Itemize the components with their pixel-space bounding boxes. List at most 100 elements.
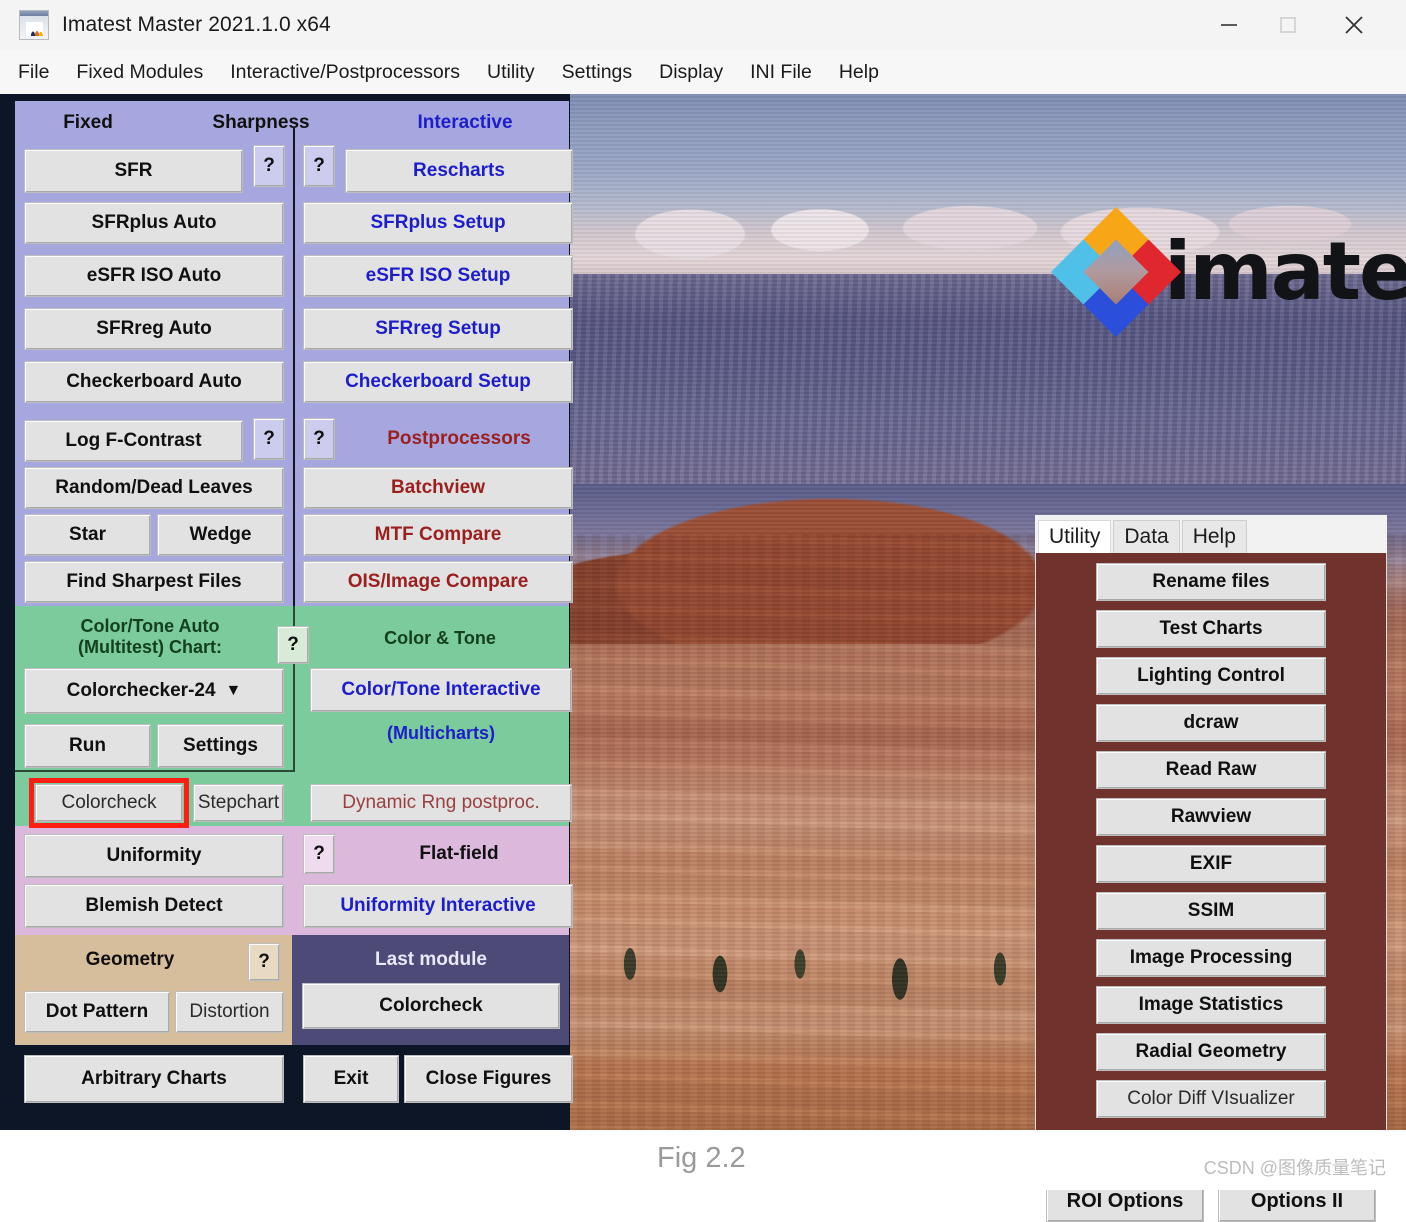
random-dead-leaves-button[interactable]: Random/Dead Leaves — [24, 467, 284, 510]
color-tone-auto-header-line2: (Multitest) Chart: — [78, 637, 222, 658]
tab-data[interactable]: Data — [1113, 519, 1180, 553]
run-button[interactable]: Run — [24, 724, 151, 769]
maximize-button[interactable] — [1258, 0, 1318, 50]
imatest-wordmark: imatest — [1164, 225, 1406, 318]
sfr-help-button[interactable]: ? — [253, 145, 285, 187]
esfr-iso-setup-button[interactable]: eSFR ISO Setup — [303, 255, 573, 297]
flat-field-header: Flat-field — [419, 842, 499, 864]
menu-fixed-modules[interactable]: Fixed Modules — [76, 61, 218, 84]
multicharts-label: (Multicharts) — [387, 723, 495, 744]
color-diff-visualizer-button[interactable]: Color Diff VIsualizer — [1096, 1080, 1326, 1118]
dot-pattern-button[interactable]: Dot Pattern — [24, 991, 170, 1034]
sfrreg-auto-button[interactable]: SFRreg Auto — [24, 308, 284, 350]
menu-ini-file[interactable]: INI File — [750, 61, 827, 84]
checkerboard-setup-button[interactable]: Checkerboard Setup — [303, 361, 573, 403]
module-control-panel: Fixed Sharpness Interactive SFR ? ? Resc… — [14, 100, 573, 1124]
color-tone-auto-header-line1: Color/Tone Auto — [80, 616, 220, 637]
menu-settings[interactable]: Settings — [562, 61, 647, 84]
last-module-subgroup: Last module Colorcheck — [292, 935, 569, 1046]
maximize-icon — [1280, 17, 1296, 33]
application-window: Imatest Master 2021.1.0 x64 File Fixed M… — [0, 0, 1406, 1222]
menu-file[interactable]: File — [18, 61, 64, 84]
last-module-header: Last module — [375, 949, 487, 971]
dcraw-button[interactable]: dcraw — [1096, 704, 1326, 742]
tab-help[interactable]: Help — [1181, 519, 1247, 553]
sharpness-group: Fixed Sharpness Interactive SFR ? ? Resc… — [15, 101, 573, 415]
geometry-group: Geometry ? Dot Pattern Distortion Last m… — [15, 935, 569, 1046]
test-charts-button[interactable]: Test Charts — [1096, 610, 1326, 648]
log-f-contrast-help-button[interactable]: ? — [253, 418, 285, 461]
checkerboard-auto-button[interactable]: Checkerboard Auto — [24, 361, 284, 403]
close-figures-button[interactable]: Close Figures — [404, 1055, 573, 1104]
chart-select-value: Colorchecker-24 — [66, 680, 216, 702]
read-raw-button[interactable]: Read Raw — [1096, 751, 1326, 789]
window-title: Imatest Master 2021.1.0 x64 — [62, 13, 331, 36]
postprocessors-help-button[interactable]: ? — [303, 418, 335, 461]
rename-files-button[interactable]: Rename files — [1096, 563, 1326, 601]
lighting-control-button[interactable]: Lighting Control — [1096, 657, 1326, 695]
sharpness-header-interactive: Interactive — [417, 112, 513, 133]
batchview-button[interactable]: Batchview — [303, 467, 573, 510]
image-processing-button[interactable]: Image Processing — [1096, 939, 1326, 977]
menu-display[interactable]: Display — [659, 61, 738, 84]
image-statistics-button[interactable]: Image Statistics — [1096, 986, 1326, 1024]
csdn-watermark: CSDN @图像质量笔记 — [1203, 1158, 1386, 1178]
exit-button[interactable]: Exit — [303, 1055, 399, 1104]
ssim-button[interactable]: SSIM — [1096, 892, 1326, 930]
utility-panel: Utility Data Help Rename files Test Char… — [1035, 515, 1387, 1222]
flat-field-help-button[interactable]: ? — [303, 833, 335, 874]
esfr-iso-auto-button[interactable]: eSFR ISO Auto — [24, 255, 284, 297]
title-bar: Imatest Master 2021.1.0 x64 — [0, 0, 1406, 50]
geometry-help-button[interactable]: ? — [248, 943, 280, 982]
rawview-button[interactable]: Rawview — [1096, 798, 1326, 836]
ois-image-compare-button[interactable]: OIS/Image Compare — [303, 561, 573, 604]
sfrplus-setup-button[interactable]: SFRplus Setup — [303, 202, 573, 244]
close-icon — [1345, 16, 1363, 34]
sfrplus-auto-button[interactable]: SFRplus Auto — [24, 202, 284, 244]
geometry-subgroup: Geometry ? Dot Pattern Distortion — [15, 935, 292, 1046]
close-button[interactable] — [1324, 0, 1384, 50]
utility-tab-content: Rename files Test Charts Lighting Contro… — [1035, 553, 1387, 1131]
menu-bar: File Fixed Modules Interactive/Postproce… — [0, 50, 1406, 94]
color-and-tone-header: Color & Tone — [384, 628, 496, 649]
minimize-icon — [1221, 24, 1237, 26]
settings-button[interactable]: Settings — [157, 724, 284, 769]
exif-button[interactable]: EXIF — [1096, 845, 1326, 883]
arbitrary-charts-button[interactable]: Arbitrary Charts — [24, 1055, 284, 1104]
star-button[interactable]: Star — [24, 514, 151, 557]
minimize-button[interactable] — [1199, 0, 1259, 50]
chart-select-dropdown[interactable]: Colorchecker-24 ▼ — [24, 668, 284, 715]
uniformity-interactive-button[interactable]: Uniformity Interactive — [303, 883, 573, 928]
color-tone-interactive-button[interactable]: Color/Tone Interactive — [310, 668, 572, 713]
rescharts-button[interactable]: Rescharts — [345, 149, 573, 193]
menu-utility[interactable]: Utility — [487, 61, 550, 84]
blemish-detect-button[interactable]: Blemish Detect — [24, 883, 284, 928]
flat-field-group: Uniformity ? Flat-field Blemish Detect U… — [15, 825, 573, 936]
rescharts-help-button[interactable]: ? — [303, 145, 335, 187]
geometry-header: Geometry — [85, 949, 175, 971]
find-sharpest-files-button[interactable]: Find Sharpest Files — [24, 561, 284, 604]
figure-label: Fig 2.2 — [657, 1142, 746, 1174]
last-module-colorcheck-button[interactable]: Colorcheck — [302, 983, 560, 1030]
color-tone-group: Color/Tone Auto (Multitest) Chart: ? Col… — [15, 606, 572, 829]
color-tone-help-button[interactable]: ? — [277, 626, 309, 665]
panel-bottom-bar: Arbitrary Charts Exit Close Figures — [15, 1045, 573, 1123]
sharpness-header-fixed: Fixed — [63, 112, 113, 133]
sfrreg-setup-button[interactable]: SFRreg Setup — [303, 308, 573, 350]
stepchart-button[interactable]: Stepchart — [193, 784, 284, 823]
menu-help[interactable]: Help — [839, 61, 894, 84]
postprocessors-group: Log F-Contrast ? ? Postprocessors Random… — [15, 414, 573, 607]
log-f-contrast-button[interactable]: Log F-Contrast — [24, 420, 243, 463]
uniformity-button[interactable]: Uniformity — [24, 833, 284, 878]
mtf-compare-button[interactable]: MTF Compare — [303, 514, 573, 557]
sfr-button[interactable]: SFR — [24, 149, 243, 193]
radial-geometry-button[interactable]: Radial Geometry — [1096, 1033, 1326, 1071]
dynamic-rng-postproc-button[interactable]: Dynamic Rng postproc. — [310, 784, 572, 823]
colorcheck-button[interactable]: Colorcheck — [35, 784, 183, 823]
tab-utility[interactable]: Utility — [1038, 519, 1112, 553]
menu-interactive-postprocessors[interactable]: Interactive/Postprocessors — [230, 61, 475, 84]
wedge-button[interactable]: Wedge — [157, 514, 284, 557]
distortion-button[interactable]: Distortion — [175, 991, 284, 1034]
imatest-logo: imatest ® — [1050, 206, 1406, 338]
utility-panel-tabs: Utility Data Help — [1035, 515, 1387, 553]
